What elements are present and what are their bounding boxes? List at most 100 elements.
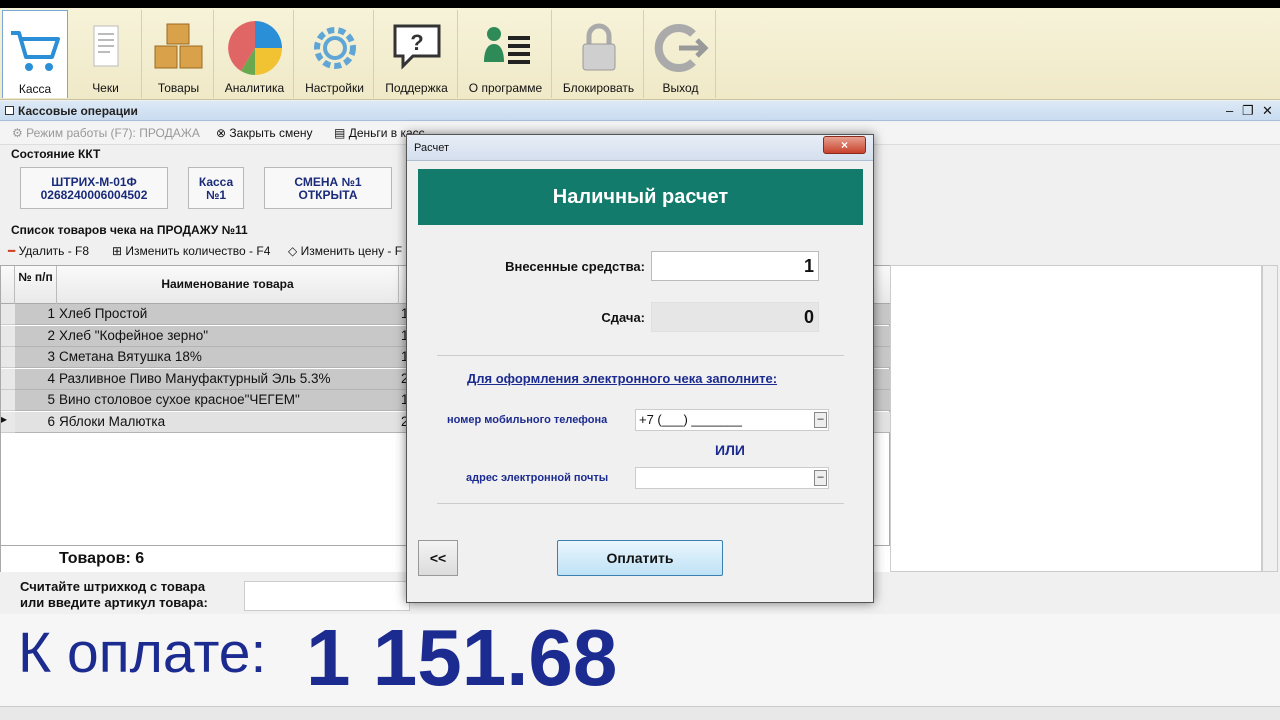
status-bar xyxy=(0,706,1280,720)
receipt-icon xyxy=(93,25,118,67)
change-price-command[interactable]: ◇ Изменить цену - F xyxy=(288,244,402,258)
change-price-label: Изменить цену - F xyxy=(300,244,403,258)
close-shift-command[interactable]: ⊗ Закрыть смену xyxy=(216,126,313,140)
row-name: Яблоки Малютка xyxy=(59,413,166,429)
delete-command[interactable]: ━ Удалить - F8 xyxy=(8,244,89,258)
back-button[interactable]: << xyxy=(418,540,458,576)
about-button[interactable]: О программе xyxy=(460,10,552,98)
lock-icon xyxy=(582,23,615,71)
vertical-scrollbar[interactable] xyxy=(1262,265,1278,572)
dialog-header: Наличный расчет xyxy=(418,169,863,225)
items-total: Товаров: 6 xyxy=(59,550,145,567)
email-label: адрес электронной почты xyxy=(466,472,609,484)
row-number: 1 xyxy=(47,306,55,321)
row-selector[interactable] xyxy=(1,390,15,411)
kassa-number-box: Касса №1 xyxy=(188,167,244,209)
row-number: 4 xyxy=(47,370,55,386)
pay-amount: 1 151.68 xyxy=(306,613,618,702)
about-label: О программе xyxy=(468,81,543,95)
exit-button[interactable]: Выход xyxy=(646,10,716,98)
help-bubble-icon: ? xyxy=(393,24,440,70)
row-name: Хлеб Простой xyxy=(59,306,148,321)
list-section-title: Список товаров чека на ПРОДАЖУ №11 xyxy=(11,223,248,237)
dialog-close-button[interactable]: × xyxy=(823,136,866,154)
goods-button[interactable]: Товары xyxy=(144,10,214,98)
mode-command[interactable]: ⚙ Режим работы (F7): ПРОДАЖА xyxy=(12,126,200,140)
close-shift-icon: ⊗ xyxy=(216,126,227,140)
money-icon: ▤ xyxy=(334,126,346,140)
delete-label: Удалить - F8 xyxy=(18,244,90,258)
shift-status-box: СМЕНА №1 ОТКРЫТА xyxy=(264,167,392,209)
restore-icon[interactable]: ❐ xyxy=(1242,103,1254,119)
gear-icon xyxy=(313,27,356,69)
row-selector[interactable] xyxy=(1,347,15,368)
right-panel xyxy=(890,265,1262,572)
col-header-name[interactable]: Наименование товара xyxy=(57,266,399,304)
pay-label: К оплате: xyxy=(18,621,267,685)
analytics-label: Аналитика xyxy=(224,81,285,95)
info-person-icon xyxy=(483,27,530,64)
row-selector[interactable] xyxy=(1,325,15,347)
lock-button[interactable]: Блокировать xyxy=(554,10,644,98)
panel-title: Кассовые операции xyxy=(18,104,138,118)
phone-input[interactable]: +7 (___) _______ xyxy=(635,409,829,431)
delete-icon: ━ xyxy=(8,244,16,258)
close-panel-icon[interactable]: ✕ xyxy=(1262,103,1273,119)
price-tag-icon: ◇ xyxy=(288,244,298,258)
minimize-icon[interactable]: – xyxy=(1226,103,1233,118)
row-number: 6 xyxy=(47,413,55,429)
change-qty-label: Изменить количество - F4 xyxy=(125,244,271,258)
deposited-input[interactable]: 1 xyxy=(651,251,819,281)
panel-titlebar: Кассовые операции – ❐ ✕ xyxy=(0,101,1280,121)
mode-label: Режим работы (F7): ПРОДАЖА xyxy=(26,126,200,140)
top-border xyxy=(0,0,1280,8)
exit-icon xyxy=(654,24,709,72)
qty-icon: ⊞ xyxy=(112,244,123,258)
deposited-label: Внесенные средства: xyxy=(505,259,645,274)
mode-icon: ⚙ xyxy=(12,126,23,140)
col-header-num[interactable]: № п/п xyxy=(15,266,57,304)
row-selector[interactable] xyxy=(1,304,15,325)
pie-chart-icon xyxy=(227,21,282,75)
close-shift-label: Закрыть смену xyxy=(229,126,313,140)
support-label: Поддержка xyxy=(385,81,448,95)
kassa-line2: №1 xyxy=(205,188,227,202)
divider-bottom xyxy=(437,503,844,504)
goods-label: Товары xyxy=(157,81,200,95)
scan-label-line1: Считайте штрихкод с товара xyxy=(20,579,206,594)
scan-label: Считайте штрихкод с товара или введите а… xyxy=(20,579,208,611)
analytics-button[interactable]: Аналитика xyxy=(216,10,294,98)
kkt-section-title: Состояние ККТ xyxy=(11,147,101,161)
support-button[interactable]: ? Поддержка xyxy=(376,10,458,98)
dialog-caption: Расчет xyxy=(414,142,449,154)
row-selector[interactable]: ▸ xyxy=(1,411,15,433)
cart-icon xyxy=(11,31,60,71)
row-name: Сметана Вятушка 18% xyxy=(59,349,202,364)
receipts-button[interactable]: Чеки xyxy=(70,10,142,98)
scan-label-line2: или введите артикул товара: xyxy=(20,595,208,610)
kassa-label: Касса xyxy=(18,82,52,96)
ereceipt-link[interactable]: Для оформления электронного чека заполни… xyxy=(467,371,777,386)
change-qty-command[interactable]: ⊞ Изменить количество - F4 xyxy=(112,244,270,258)
exit-label: Выход xyxy=(662,81,699,95)
header-corner xyxy=(1,266,15,304)
email-input[interactable] xyxy=(635,467,829,489)
main-toolbar: Касса Чеки Товары Аналитика Настройки ? … xyxy=(0,8,1280,100)
row-selector[interactable] xyxy=(1,368,15,390)
pay-button[interactable]: Оплатить xyxy=(557,540,723,576)
row-number: 2 xyxy=(47,327,55,343)
row-name: Хлеб "Кофейное зерно" xyxy=(59,327,209,343)
barcode-input[interactable] xyxy=(244,581,410,611)
kassa-button[interactable]: Касса xyxy=(2,10,68,98)
settings-label: Настройки xyxy=(305,81,364,95)
dialog-caption-bar: Расчет × xyxy=(407,135,873,161)
shift-line2: ОТКРЫТА xyxy=(298,188,358,202)
row-number: 5 xyxy=(47,392,55,407)
kkt-device-box: ШТРИХ-М-01Ф 0268240006004502 xyxy=(20,167,168,209)
email-dropdown-button[interactable]: – xyxy=(814,470,827,486)
settings-button[interactable]: Настройки xyxy=(296,10,374,98)
receipts-label: Чеки xyxy=(92,81,119,95)
phone-label: номер мобильного телефона xyxy=(447,414,608,426)
phone-dropdown-button[interactable]: – xyxy=(814,412,827,428)
payment-dialog: Расчет × Наличный расчет Внесенные средс… xyxy=(406,134,874,603)
